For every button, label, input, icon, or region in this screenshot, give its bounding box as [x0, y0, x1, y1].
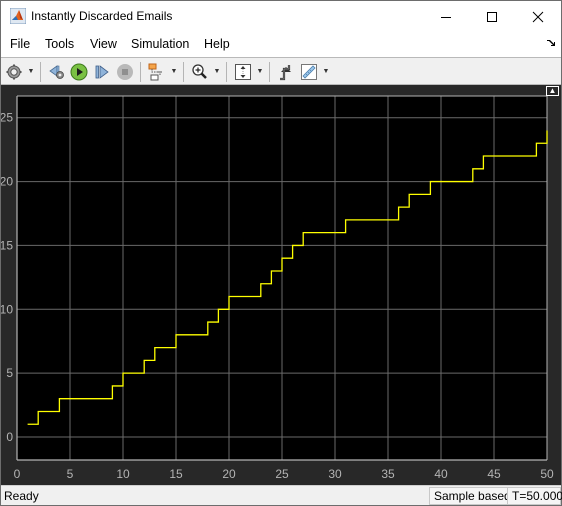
status-text: Ready — [4, 489, 39, 503]
run-button[interactable] — [69, 62, 89, 82]
minimize-button[interactable] — [423, 1, 469, 32]
run-icon — [70, 63, 88, 81]
menu-simulation[interactable]: Simulation — [131, 37, 189, 51]
maximize-button[interactable] — [469, 1, 515, 32]
zoom-button[interactable] — [190, 62, 210, 82]
toolbar-separator — [140, 62, 141, 82]
close-icon — [532, 11, 544, 22]
y-tick-label: 5 — [6, 366, 13, 380]
undock-arrow-icon[interactable] — [547, 39, 556, 47]
maximize-icon — [487, 11, 497, 22]
scope-window: Instantly Discarded Emails File Tools Vi… — [0, 0, 562, 506]
scope-display: 0 5 10 15 20 25 30 35 40 45 50 0 5 10 15 20 25 ▲ — [1, 85, 561, 485]
step-forward-icon — [95, 65, 109, 79]
toolbar-separator — [269, 62, 270, 82]
toolbar-separator — [40, 62, 41, 82]
x-tick-label: 35 — [381, 467, 395, 481]
x-tick-label: 0 — [14, 467, 21, 481]
highlight-signal-button[interactable] — [146, 62, 166, 82]
autoscale-button[interactable] — [233, 62, 253, 82]
y-tick-label: 10 — [1, 302, 13, 316]
menu-tools[interactable]: Tools — [45, 37, 74, 51]
gear-icon — [6, 64, 22, 80]
highlight-signal-dropdown[interactable]: ▼ — [170, 67, 178, 77]
x-tick-label: 45 — [487, 467, 501, 481]
triggers-icon — [280, 65, 291, 81]
toolbar-separator — [183, 62, 184, 82]
sampling-mode-indicator: Sample based — [429, 487, 516, 505]
expand-arrow-icon: ▲ — [548, 86, 557, 95]
matlab-logo-icon — [10, 8, 26, 24]
y-tick-label: 15 — [1, 238, 13, 252]
x-tick-label: 50 — [540, 467, 554, 481]
measurements-button[interactable] — [299, 62, 319, 82]
x-tick-label: 30 — [328, 467, 342, 481]
y-tick-label: 0 — [6, 430, 13, 444]
menu-view[interactable]: View — [90, 37, 117, 51]
title-bar: Instantly Discarded Emails — [1, 1, 561, 32]
step-back-button[interactable] — [47, 62, 67, 82]
zoom-in-icon — [192, 64, 207, 79]
stop-icon — [117, 64, 133, 80]
settings-dropdown[interactable]: ▼ — [27, 67, 35, 77]
simulation-time-indicator: T=50.000 — [507, 487, 562, 505]
expand-axes-button[interactable]: ▲ — [546, 86, 559, 96]
stop-button[interactable] — [115, 62, 135, 82]
measurements-dropdown[interactable]: ▼ — [322, 67, 330, 77]
x-tick-label: 40 — [434, 467, 448, 481]
step-back-icon — [49, 65, 64, 79]
scope-plot[interactable]: 0 5 10 15 20 25 30 35 40 45 50 0 5 10 15 20 25 — [1, 85, 561, 485]
autoscale-dropdown[interactable]: ▼ — [256, 67, 264, 77]
menu-help[interactable]: Help — [204, 37, 230, 51]
status-bar: Ready Sample based T=50.000 — [1, 485, 562, 505]
toolbar: ▼ ▼ ▼ ▼ ▼ — [1, 57, 561, 85]
x-tick-label: 25 — [275, 467, 289, 481]
triggers-button[interactable] — [276, 62, 296, 82]
x-tick-label: 15 — [169, 467, 183, 481]
menu-file[interactable]: File — [10, 37, 30, 51]
highlight-signal-icon — [148, 63, 163, 81]
close-button[interactable] — [515, 1, 561, 32]
x-tick-label: 20 — [222, 467, 236, 481]
measurements-ruler-icon — [301, 64, 317, 80]
x-tick-label: 5 — [67, 467, 74, 481]
autoscale-icon — [235, 64, 251, 80]
zoom-dropdown[interactable]: ▼ — [213, 67, 221, 77]
minimize-icon — [441, 16, 451, 18]
menu-bar: File Tools View Simulation Help — [1, 32, 561, 56]
x-tick-label: 10 — [116, 467, 130, 481]
settings-button[interactable] — [4, 62, 24, 82]
y-tick-label: 25 — [1, 111, 13, 125]
window-title: Instantly Discarded Emails — [31, 9, 173, 23]
step-forward-button[interactable] — [92, 62, 112, 82]
y-tick-label: 20 — [1, 175, 13, 189]
toolbar-separator — [226, 62, 227, 82]
